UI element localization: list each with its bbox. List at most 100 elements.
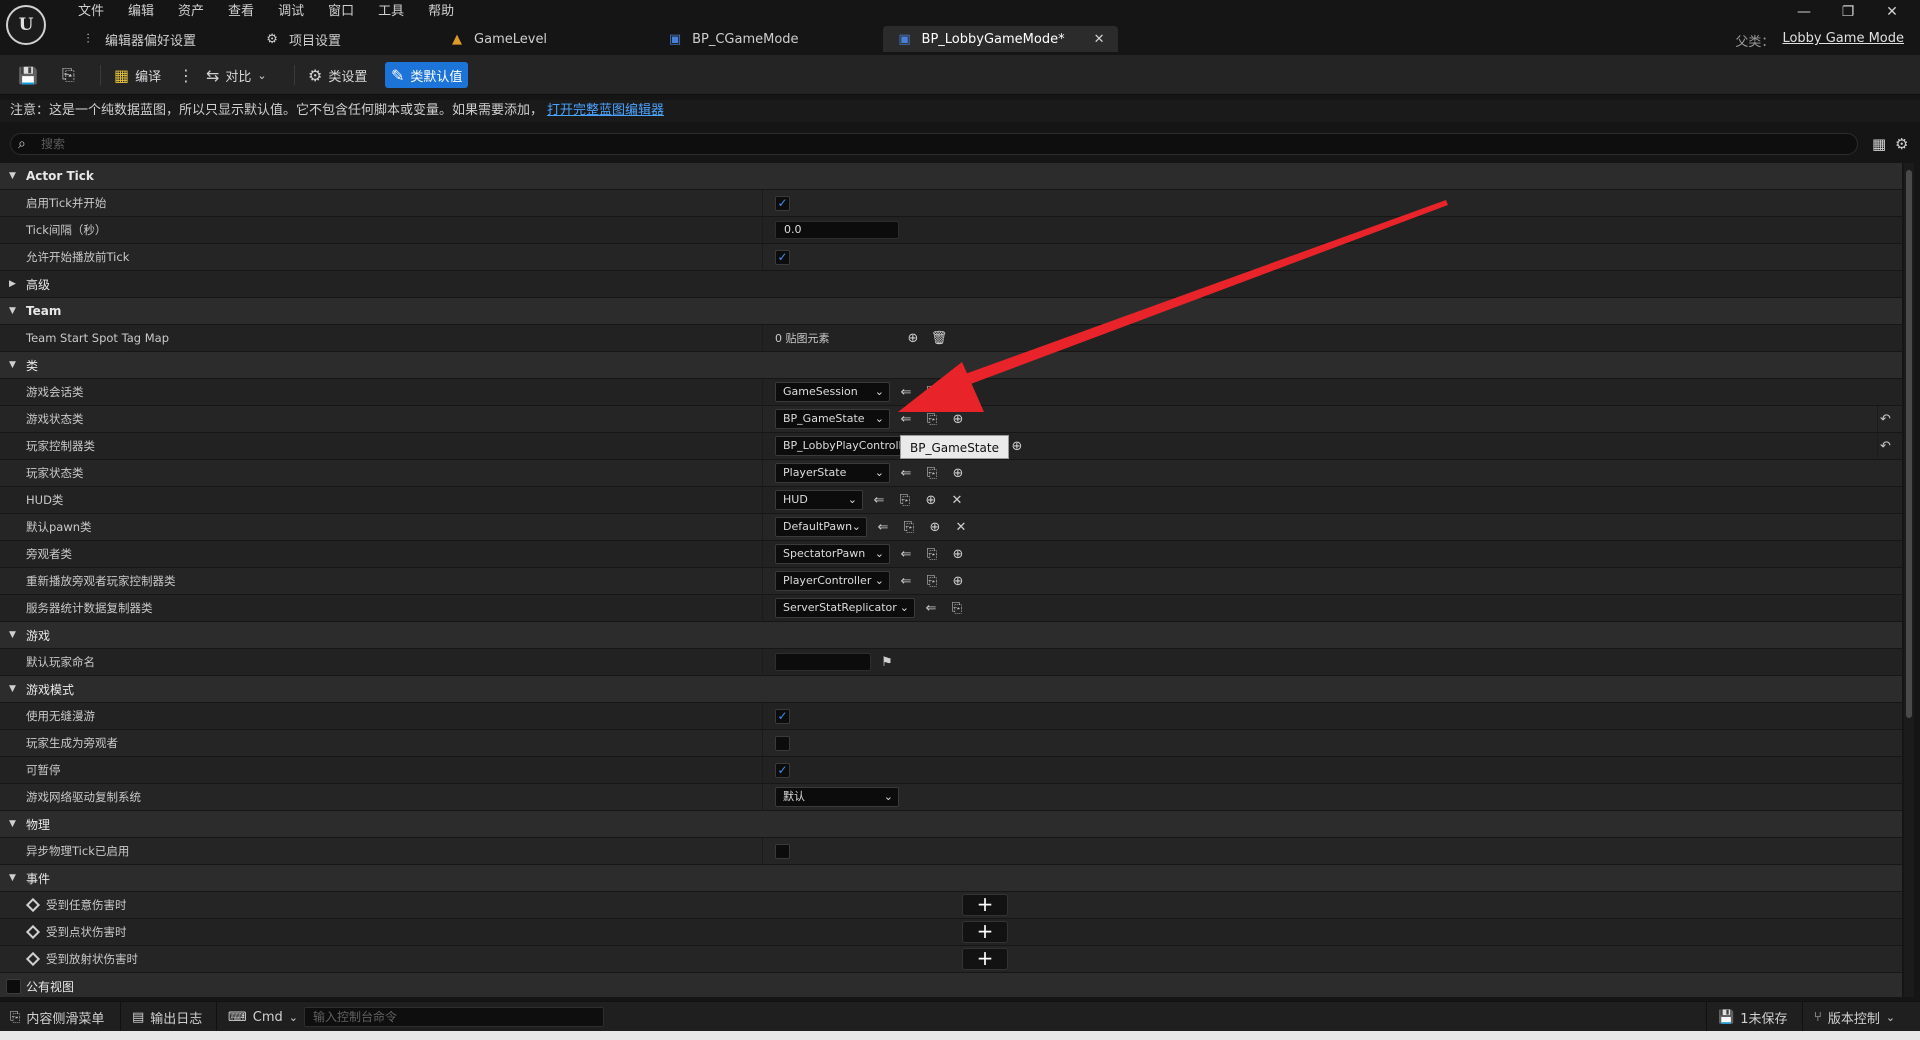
add-element-icon[interactable]: ⊕ xyxy=(903,328,923,348)
category-game-mode[interactable]: ▼ 游戏模式 xyxy=(0,676,1902,703)
tick-interval-input[interactable]: 0.0 xyxy=(775,221,899,239)
tab-bp-cgamemode[interactable]: ▣ BP_CGameMode xyxy=(653,26,812,52)
browse-asset-icon[interactable]: ⎘ xyxy=(922,382,942,402)
parent-class-link[interactable]: Lobby Game Mode xyxy=(1782,31,1904,50)
restore-button[interactable]: ❐ xyxy=(1826,0,1870,24)
cmd-dropdown[interactable]: ⌨ Cmd ⌄ xyxy=(228,1007,298,1027)
menu-debug[interactable]: 调试 xyxy=(266,2,316,22)
unsaved-button[interactable]: 💾 1未保存 xyxy=(1718,1007,1787,1027)
compile-options-button[interactable]: ⋮ xyxy=(172,62,200,88)
replay-spectator-combo[interactable]: PlayerController ⌄ xyxy=(775,571,890,591)
browse-button[interactable]: ⎘ xyxy=(56,62,81,88)
category-public-view[interactable]: 公有视图 xyxy=(0,973,1902,997)
browse-asset-icon[interactable]: ⎘ xyxy=(922,544,942,564)
flag-icon[interactable]: ⚑ xyxy=(877,652,897,672)
start-spectator-checkbox[interactable] xyxy=(775,735,790,751)
class-defaults-button[interactable]: ✎ 类默认值 xyxy=(385,62,469,88)
category-actor-tick[interactable]: ▼ Actor Tick xyxy=(0,163,1902,190)
tick-before-begin-checkbox[interactable]: ✓ xyxy=(775,249,790,265)
menu-asset[interactable]: 资产 xyxy=(166,2,216,22)
add-new-icon[interactable]: ⊕ xyxy=(948,409,968,429)
use-selected-icon[interactable]: ⇐ xyxy=(921,598,941,618)
menu-edit[interactable]: 编辑 xyxy=(116,2,166,22)
menu-tools[interactable]: 工具 xyxy=(366,2,416,22)
reset-to-default-icon[interactable]: ↶ xyxy=(1880,412,1891,427)
category-advanced[interactable]: ▶ 高级 xyxy=(0,271,1902,298)
scrollbar-thumb[interactable] xyxy=(1906,170,1912,718)
hud-combo[interactable]: HUD ⌄ xyxy=(775,490,863,510)
collapse-arrow-icon[interactable]: ▼ xyxy=(9,171,16,181)
menu-file[interactable]: 文件 xyxy=(66,2,116,22)
content-drawer-button[interactable]: ⎘ 内容侧滑菜单 xyxy=(10,1007,104,1027)
tab-editor-preferences[interactable]: ⫶ 编辑器偏好设置 xyxy=(66,26,210,52)
diff-button[interactable]: ⇆ 对比 ⌄ xyxy=(200,62,273,88)
browse-asset-icon[interactable]: ⎘ xyxy=(895,490,915,510)
use-selected-icon[interactable]: ⇐ xyxy=(896,463,916,483)
add-new-icon[interactable]: ⊕ xyxy=(948,544,968,564)
category-physics[interactable]: ▼ 物理 xyxy=(0,811,1902,838)
use-selected-icon[interactable]: ⇐ xyxy=(896,571,916,591)
player-state-combo[interactable]: PlayerState ⌄ xyxy=(775,463,890,483)
default-pawn-combo[interactable]: DefaultPawn ⌄ xyxy=(775,517,867,537)
category-game[interactable]: ▼ 游戏 xyxy=(0,622,1902,649)
default-player-name-input[interactable] xyxy=(775,653,871,671)
add-new-icon[interactable]: ⊕ xyxy=(921,490,941,510)
game-session-combo[interactable]: GameSession ⌄ xyxy=(775,382,890,402)
use-selected-icon[interactable]: ⇐ xyxy=(873,517,893,537)
category-team[interactable]: ▼ Team xyxy=(0,298,1902,325)
expand-arrow-icon[interactable]: ▶ xyxy=(9,279,16,289)
clear-icon[interactable]: ✕ xyxy=(947,490,967,510)
pausable-checkbox[interactable]: ✓ xyxy=(775,762,790,778)
public-view-checkbox[interactable] xyxy=(6,978,21,994)
menu-view[interactable]: 查看 xyxy=(216,2,266,22)
category-events[interactable]: ▼ 事件 xyxy=(0,865,1902,892)
clear-icon[interactable]: ✕ xyxy=(948,382,968,402)
menu-help[interactable]: 帮助 xyxy=(416,2,466,22)
collapse-arrow-icon[interactable]: ▼ xyxy=(9,873,16,883)
close-tab-icon[interactable]: ✕ xyxy=(1094,32,1105,47)
source-control-button[interactable]: ⑂ 版本控制 ⌄ xyxy=(1814,1007,1895,1027)
save-button[interactable]: 💾 xyxy=(12,62,44,88)
add-new-icon[interactable]: ⊕ xyxy=(925,517,945,537)
add-new-icon[interactable]: ⊕ xyxy=(948,463,968,483)
tab-bp-lobbygamemode[interactable]: ▣ BP_LobbyGameMode* ✕ xyxy=(882,26,1119,52)
server-stat-combo[interactable]: ServerStatReplicator ⌄ xyxy=(775,598,915,618)
add-event-button[interactable]: + xyxy=(962,921,1008,943)
tick-enabled-checkbox[interactable]: ✓ xyxy=(775,195,790,211)
category-class[interactable]: ▼ 类 xyxy=(0,352,1902,379)
trash-icon[interactable]: 🗑 xyxy=(929,328,949,348)
browse-asset-icon[interactable]: ⎘ xyxy=(947,598,967,618)
seamless-travel-checkbox[interactable]: ✓ xyxy=(775,708,790,724)
add-new-icon[interactable]: ⊕ xyxy=(948,571,968,591)
clear-icon[interactable]: ✕ xyxy=(951,517,971,537)
tab-project-settings[interactable]: ⚙ 项目设置 xyxy=(250,26,355,52)
browse-asset-icon[interactable]: ⎘ xyxy=(922,463,942,483)
async-physics-checkbox[interactable] xyxy=(775,843,790,859)
game-state-combo[interactable]: BP_GameState ⌄ xyxy=(775,409,890,429)
add-event-button[interactable]: + xyxy=(962,948,1008,970)
close-window-button[interactable]: ✕ xyxy=(1870,0,1914,24)
open-full-editor-link[interactable]: 打开完整蓝图编辑器 xyxy=(547,103,664,118)
use-selected-icon[interactable]: ⇐ xyxy=(896,382,916,402)
use-selected-icon[interactable]: ⇐ xyxy=(869,490,889,510)
search-input[interactable] xyxy=(41,135,1841,153)
use-selected-icon[interactable]: ⇐ xyxy=(896,409,916,429)
use-selected-icon[interactable]: ⇐ xyxy=(896,544,916,564)
compile-button[interactable]: ▦ 编译 xyxy=(108,62,167,88)
browse-asset-icon[interactable]: ⎘ xyxy=(899,517,919,537)
reset-to-default-icon[interactable]: ↶ xyxy=(1880,439,1891,454)
collapse-arrow-icon[interactable]: ▼ xyxy=(9,306,16,316)
menu-window[interactable]: 窗口 xyxy=(316,2,366,22)
tab-game-level[interactable]: ▲ GameLevel xyxy=(435,26,561,52)
add-event-button[interactable]: + xyxy=(962,894,1008,916)
collapse-arrow-icon[interactable]: ▼ xyxy=(9,819,16,829)
class-settings-button[interactable]: ⚙ 类设置 xyxy=(302,62,373,88)
output-log-button[interactable]: ▤ 输出日志 xyxy=(132,1007,202,1027)
unreal-logo-icon[interactable]: U xyxy=(6,5,46,45)
net-driver-combo[interactable]: 默认 ⌄ xyxy=(775,787,899,807)
spectator-combo[interactable]: SpectatorPawn ⌄ xyxy=(775,544,890,564)
browse-asset-icon[interactable]: ⎘ xyxy=(922,571,942,591)
table-view-icon[interactable]: ▦ xyxy=(1872,135,1886,153)
collapse-arrow-icon[interactable]: ▼ xyxy=(9,684,16,694)
minimize-button[interactable]: — xyxy=(1782,0,1826,24)
